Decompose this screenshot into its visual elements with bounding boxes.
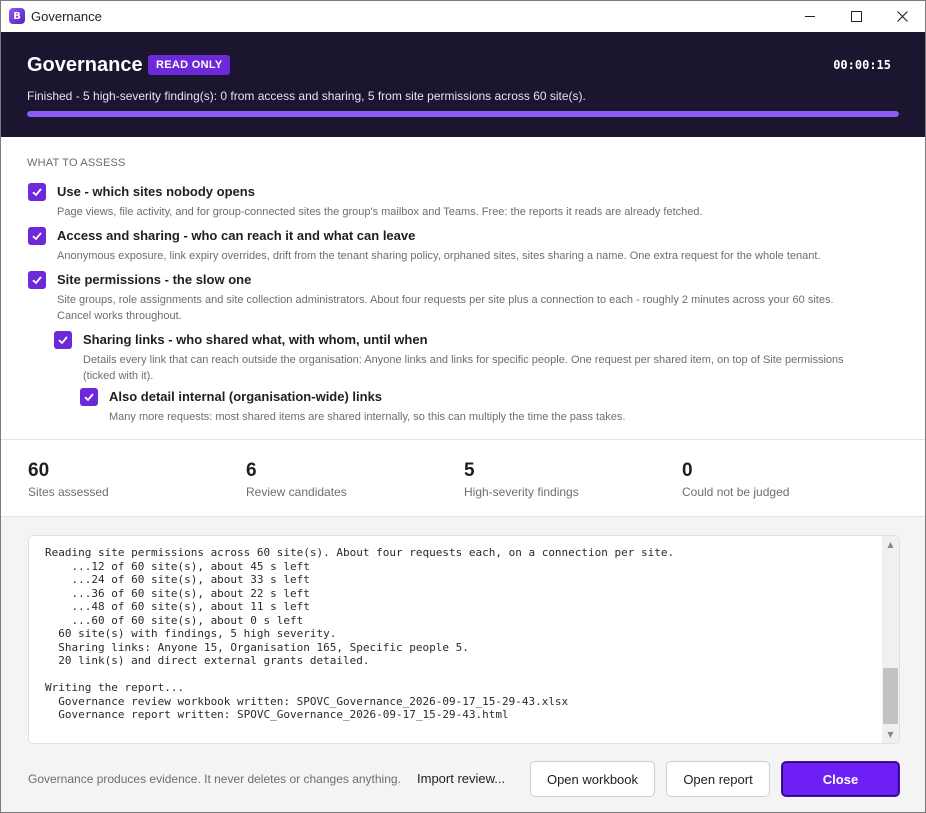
- stat-high-severity: 5 High-severity findings: [464, 460, 579, 499]
- stat-value: 60: [28, 460, 50, 481]
- use-checkbox[interactable]: [28, 183, 46, 201]
- governance-header: Governance READ ONLY 00:00:15 Finished -…: [1, 32, 925, 137]
- stat-value: 5: [464, 460, 475, 481]
- stat-value: 6: [246, 460, 257, 481]
- divider: [1, 439, 925, 440]
- import-review-button[interactable]: Import review...: [417, 771, 505, 786]
- open-report-button[interactable]: Open report: [666, 761, 770, 797]
- internal-links-checkbox[interactable]: [80, 388, 98, 406]
- site-permissions-checkbox[interactable]: [28, 271, 46, 289]
- section-label-assess: WHAT TO ASSESS: [27, 157, 126, 169]
- stat-not-judged: 0 Could not be judged: [682, 460, 789, 499]
- scroll-thumb[interactable]: [883, 668, 898, 724]
- option-title: Use - which sites nobody opens: [57, 184, 255, 199]
- option-title: Access and sharing - who can reach it an…: [57, 228, 416, 243]
- log-scrollbar[interactable]: ▲ ▼: [882, 536, 899, 743]
- option-description: Page views, file activity, and for group…: [57, 206, 703, 218]
- scroll-down-arrow-icon[interactable]: ▼: [886, 730, 895, 739]
- close-icon: [896, 10, 908, 22]
- window-title: Governance: [31, 9, 102, 24]
- option-title: Also detail internal (organisation-wide)…: [109, 389, 383, 404]
- scroll-up-arrow-icon[interactable]: ▲: [886, 540, 895, 549]
- option-description-line: (ticked with it).: [83, 370, 154, 382]
- access-sharing-checkbox[interactable]: [28, 227, 46, 245]
- footer-note: Governance produces evidence. It never d…: [28, 772, 401, 786]
- progress-bar: [27, 111, 899, 117]
- option-description: Many more requests: most shared items ar…: [109, 411, 626, 423]
- option-description: Site groups, role assignments and site c…: [57, 292, 834, 324]
- page-title: Governance: [27, 54, 143, 76]
- stat-label: High-severity findings: [464, 485, 579, 499]
- check-icon: [32, 276, 42, 285]
- option-description: Details every link that can reach outsid…: [83, 352, 844, 384]
- elapsed-timer: 00:00:15: [833, 58, 891, 72]
- title-bar: B Governance: [1, 1, 925, 32]
- check-icon: [84, 393, 94, 402]
- option-title: Sharing links - who shared what, with wh…: [83, 332, 428, 347]
- stat-label: Could not be judged: [682, 485, 790, 499]
- log-text: Reading site permissions across 60 site(…: [45, 546, 675, 721]
- minimize-button[interactable]: [787, 1, 833, 31]
- maximize-button[interactable]: [833, 1, 879, 31]
- check-icon: [32, 188, 42, 197]
- status-text: Finished - 5 high-severity finding(s): 0…: [27, 89, 586, 103]
- check-icon: [58, 336, 68, 345]
- check-icon: [32, 232, 42, 241]
- divider: [1, 516, 925, 517]
- option-title: Site permissions - the slow one: [57, 272, 252, 287]
- stat-label: Sites assessed: [28, 485, 109, 499]
- option-description-line: Cancel works throughout.: [57, 310, 182, 322]
- option-description-line: Details every link that can reach outsid…: [83, 354, 844, 366]
- close-window-button[interactable]: [879, 1, 925, 31]
- stat-value: 0: [682, 460, 693, 481]
- app-logo-icon: B: [9, 8, 25, 24]
- sharing-links-checkbox[interactable]: [54, 331, 72, 349]
- stat-label: Review candidates: [246, 485, 347, 499]
- stat-review-candidates: 6 Review candidates: [246, 460, 347, 499]
- option-description-line: Site groups, role assignments and site c…: [57, 294, 834, 306]
- open-workbook-button[interactable]: Open workbook: [530, 761, 655, 797]
- log-output[interactable]: Reading site permissions across 60 site(…: [28, 535, 900, 744]
- stat-sites-assessed: 60 Sites assessed: [28, 460, 109, 499]
- close-button[interactable]: Close: [781, 761, 900, 797]
- progress-fill: [27, 111, 899, 117]
- option-description: Anonymous exposure, link expiry override…: [57, 250, 821, 262]
- read-only-badge: READ ONLY: [148, 55, 231, 75]
